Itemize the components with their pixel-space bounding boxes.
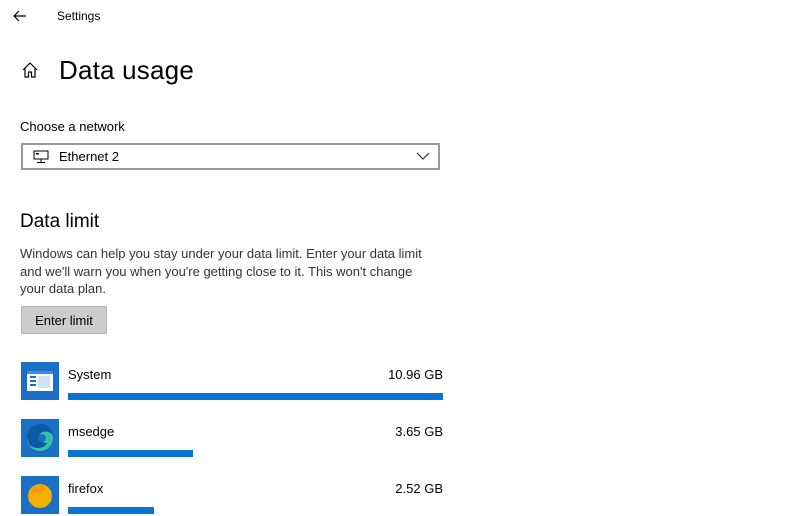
data-limit-title: Data limit	[20, 211, 100, 232]
app-usage-row[interactable]: firefox 2.52 GB	[21, 476, 443, 516]
enter-limit-button[interactable]: Enter limit	[21, 306, 107, 334]
back-button[interactable]	[8, 4, 32, 28]
app-name: System	[68, 367, 112, 382]
app-usage: 10.96 GB	[388, 367, 443, 382]
usage-bar	[68, 450, 443, 457]
usage-bar-fill	[68, 450, 193, 457]
home-icon[interactable]	[20, 60, 40, 80]
system-app-icon	[21, 362, 59, 400]
edge-app-icon	[21, 419, 59, 457]
page-title: Data usage	[59, 54, 194, 85]
app-usage-row[interactable]: msedge 3.65 GB	[21, 419, 443, 459]
usage-bar	[68, 393, 443, 400]
network-select-value: Ethernet 2	[59, 149, 119, 164]
window-title: Settings	[57, 9, 101, 23]
chevron-down-icon	[416, 152, 430, 160]
usage-bar-fill	[68, 507, 155, 514]
usage-bar	[68, 507, 443, 514]
network-label: Choose a network	[20, 119, 125, 134]
firefox-app-icon	[21, 476, 59, 514]
app-usage: 3.65 GB	[395, 424, 443, 439]
network-select[interactable]: Ethernet 2	[21, 143, 440, 170]
data-limit-description: Windows can help you stay under your dat…	[20, 246, 422, 296]
title-bar: Settings	[0, 0, 800, 32]
app-name: msedge	[68, 424, 115, 439]
back-arrow-icon	[13, 10, 26, 22]
usage-bar-fill	[68, 393, 443, 400]
page-header: Data usage	[20, 52, 194, 88]
app-usage-row[interactable]: System 10.96 GB	[21, 362, 443, 402]
ethernet-icon	[33, 150, 49, 164]
